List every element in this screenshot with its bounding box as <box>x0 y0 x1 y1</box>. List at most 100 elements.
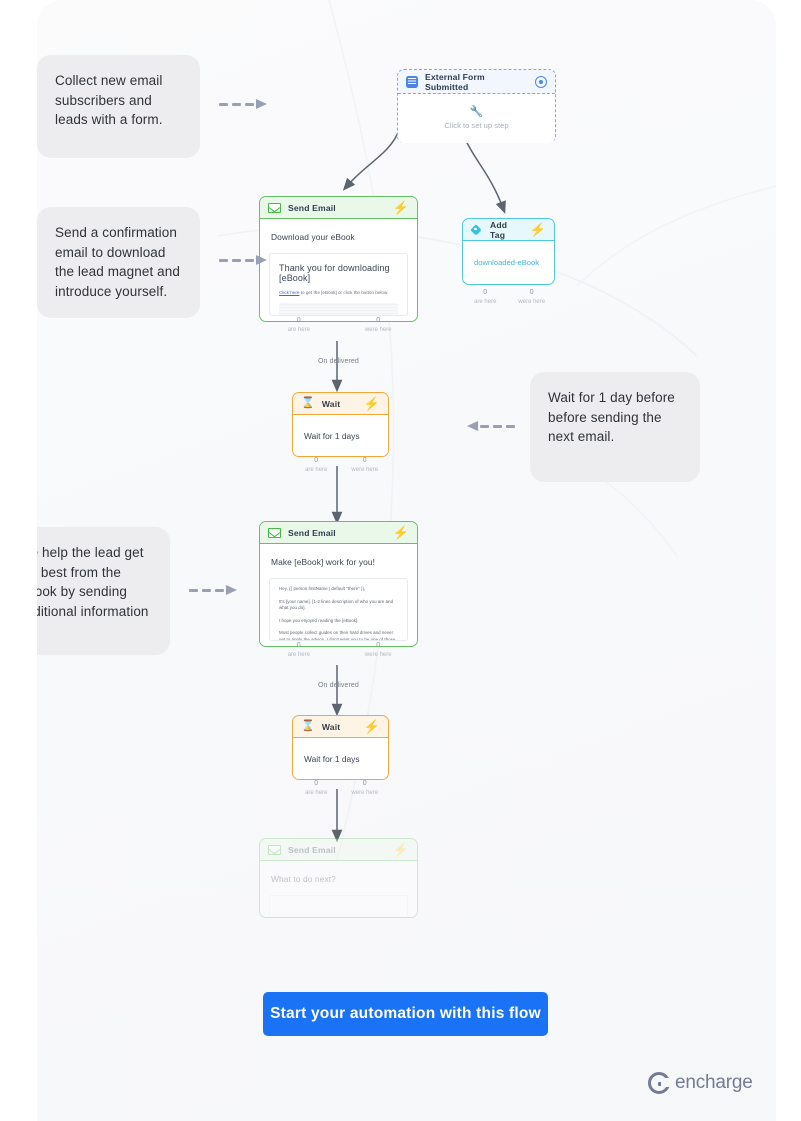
node-body: downloaded-eBook <box>463 241 554 283</box>
count-value: 0 <box>296 642 301 649</box>
counts-add-tag: 0 are here 0 were here <box>462 288 555 307</box>
count-label: were here <box>351 790 379 796</box>
count-label: were here <box>364 652 392 658</box>
encharge-wordmark: encharge <box>675 1072 753 1093</box>
form-icon <box>406 75 418 88</box>
dashed-arrow-to-wait-1 <box>467 421 515 431</box>
node-body: What to do next? <box>260 861 417 916</box>
node-body: Wait for 1 days <box>293 738 388 779</box>
email-preview: Hey, {{ person.firstName | default "ther… <box>269 578 408 641</box>
lightning-icon: ⚡ <box>363 719 380 734</box>
node-header: Send Email ⚡ <box>260 197 417 219</box>
lightning-icon: ⚡ <box>392 200 409 215</box>
count-were-here: 0 were here <box>341 779 390 798</box>
trigger-body[interactable]: 🔧 Click to set up step <box>398 94 555 143</box>
preview-link[interactable]: Click here <box>279 290 299 295</box>
tag-value: downloaded-eBook <box>474 257 540 267</box>
count-label: are here <box>287 652 310 658</box>
count-value: 0 <box>296 317 301 324</box>
flow-canvas[interactable]: On delivered On delivered External Form … <box>37 0 776 1121</box>
wait-duration: Wait for 1 days <box>304 430 360 441</box>
count-are-here: 0 are here <box>259 641 339 660</box>
node-title: Wait <box>321 721 341 732</box>
count-label: are here <box>474 299 497 305</box>
node-title: Send Email <box>288 844 336 855</box>
count-were-here: 0 were here <box>341 456 390 475</box>
count-value: 0 <box>362 457 367 464</box>
preview-image <box>279 303 398 315</box>
node-body: Download your eBook Thank you for downlo… <box>260 219 417 320</box>
node-header: Add Tag ⚡ <box>463 219 554 241</box>
dashed-arrow-to-email-1 <box>219 255 267 265</box>
counts-send-email-1: 0 are here 0 were here <box>259 316 418 335</box>
start-automation-button[interactable]: Start your automation with this flow <box>263 992 548 1036</box>
envelope-icon <box>268 527 281 538</box>
count-label: were here <box>364 327 392 333</box>
note-additional: We help the lead get the best from the e… <box>37 527 170 655</box>
screenshot-root: On delivered On delivered External Form … <box>0 0 801 1121</box>
count-label: were here <box>351 467 379 473</box>
tag-icon <box>471 224 483 236</box>
count-value: 0 <box>376 642 381 649</box>
count-are-here: 0 are here <box>259 316 339 335</box>
gear-icon[interactable] <box>535 75 547 88</box>
count-value: 0 <box>314 457 319 464</box>
node-body: Wait for 1 days <box>293 415 388 456</box>
counts-send-email-2: 0 are here 0 were here <box>259 641 418 660</box>
count-value: 0 <box>314 780 319 787</box>
note-collect: Collect new email subscribers and leads … <box>37 55 200 158</box>
node-send-email-3[interactable]: Send Email ⚡ What to do next? <box>259 838 418 918</box>
node-header: ⌛ Wait ⚡ <box>293 393 388 415</box>
node-header: Send Email ⚡ <box>260 522 417 544</box>
node-header: Send Email ⚡ <box>260 839 417 861</box>
encharge-logo: encharge <box>648 1072 753 1094</box>
note-confirmation: Send a confirmation email to download th… <box>37 207 200 318</box>
note-wait: Wait for 1 day before before sending the… <box>530 372 700 482</box>
trigger-title: External Form Submitted <box>425 71 485 92</box>
trigger-setup-text: Click to set up step <box>444 121 509 130</box>
node-title: Add Tag <box>490 219 508 240</box>
node-header: ⌛ Wait ⚡ <box>293 716 388 738</box>
count-value: 0 <box>483 289 488 296</box>
email-body-line: It's [your name]. [1-2 lines description… <box>279 598 394 611</box>
dashed-arrow-to-trigger <box>219 99 267 109</box>
node-title: Wait <box>321 398 341 409</box>
count-were-here: 0 were here <box>339 316 419 335</box>
email-preview <box>269 895 408 916</box>
email-subject: What to do next? <box>271 874 336 884</box>
edge-label-on-delivered-2: On delivered <box>318 682 359 689</box>
trigger-node-external-form-submitted[interactable]: External Form Submitted 🔧 Click to set u… <box>397 69 556 143</box>
node-send-email-1[interactable]: Send Email ⚡ Download your eBook Thank y… <box>259 196 418 322</box>
wait-duration: Wait for 1 days <box>304 753 360 764</box>
preview-heading: Thank you for downloading [eBook] <box>279 263 390 283</box>
preview-link-line: Click here to get the [eBook] or click t… <box>270 283 407 296</box>
email-subject: Download your eBook <box>271 232 355 242</box>
count-label: are here <box>305 790 328 796</box>
email-body-line: Most people collect guides on their hard… <box>279 630 396 641</box>
count-are-here: 0 are here <box>292 779 341 798</box>
count-label: are here <box>305 467 328 473</box>
preview-link-rest: to get the [eBook] or click the button b… <box>299 290 389 295</box>
hourglass-icon: ⌛ <box>301 720 315 732</box>
node-send-email-2[interactable]: Send Email ⚡ Make [eBook] work for you! … <box>259 521 418 647</box>
node-body: Make [eBook] work for you! Hey, {{ perso… <box>260 544 417 645</box>
count-value: 0 <box>529 289 534 296</box>
count-value: 0 <box>376 317 381 324</box>
count-are-here: 0 are here <box>462 288 509 307</box>
lightning-icon: ⚡ <box>392 842 409 857</box>
email-body-line: Hey, {{ person.firstName | default "ther… <box>279 586 366 591</box>
node-wait-1[interactable]: ⌛ Wait ⚡ Wait for 1 days <box>292 392 389 457</box>
node-wait-2[interactable]: ⌛ Wait ⚡ Wait for 1 days <box>292 715 389 780</box>
dashed-arrow-to-email-2 <box>189 585 237 595</box>
encharge-logo-icon <box>648 1072 671 1094</box>
lightning-icon: ⚡ <box>529 222 546 237</box>
email-body-lines: Hey, {{ person.firstName | default "ther… <box>270 579 407 641</box>
count-are-here: 0 are here <box>292 456 341 475</box>
count-label: are here <box>287 327 310 333</box>
envelope-icon <box>268 202 281 213</box>
lightning-icon: ⚡ <box>363 396 380 411</box>
counts-wait-2: 0 are here 0 were here <box>292 779 389 798</box>
email-preview: Thank you for downloading [eBook] Click … <box>269 253 408 316</box>
node-add-tag[interactable]: Add Tag ⚡ downloaded-eBook <box>462 218 555 285</box>
preview-placeholder <box>270 896 407 909</box>
